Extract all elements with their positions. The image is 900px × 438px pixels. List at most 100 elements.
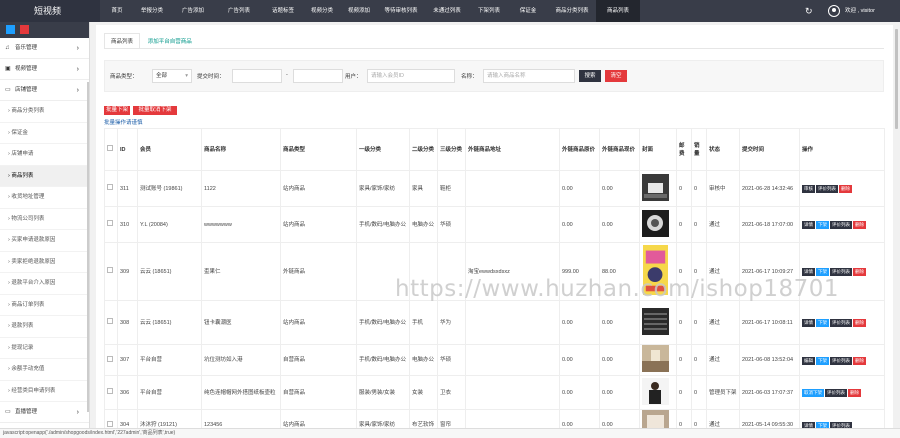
start-time-input[interactable] [232,69,282,83]
column-header: 商品类型 [280,128,357,171]
refresh-icon[interactable]: ↻ [805,6,813,16]
nav-item[interactable]: 等待审核列表 [378,0,424,22]
action-button[interactable]: 下架 [816,221,829,229]
action-button[interactable]: 删除 [839,185,852,193]
sidebar-item[interactable]: › 商品分类列表 [0,101,89,123]
action-button[interactable]: 删除 [853,268,866,276]
row-checkbox[interactable] [107,388,113,394]
sidebar-item[interactable]: › 退款列表 [0,316,89,338]
sidebar-item[interactable]: › 提现记录 [0,338,89,359]
cell-price: 0.00 [599,344,640,376]
sidebar-group[interactable]: ▣ 视频管理 › [0,59,89,80]
nav-item[interactable]: 广告添加 [170,0,216,22]
end-time-input[interactable] [293,69,343,83]
welcome-text[interactable]: 欢迎 , visitor [845,0,875,22]
name-input[interactable]: 请输入商品名称 [483,69,575,83]
column-header[interactable] [104,128,118,171]
action-button[interactable]: 取消下架 [802,389,824,397]
select-all-checkbox[interactable] [107,145,113,151]
sidebar-group-label: 店铺管理 [15,87,38,93]
main-scrollbar[interactable] [893,25,900,428]
action-button[interactable]: 评价列表 [825,389,847,397]
cell-price: 0.00 [599,206,640,243]
cell-member: 测试账号 (19861) [137,170,202,207]
row-select-cell [104,242,118,301]
action-button[interactable]: 评价列表 [830,319,852,327]
sidebar-item[interactable]: › 物流公司列表 [0,209,89,230]
sidebar-item[interactable]: › 卖家拒绝退款原因 [0,252,89,273]
sidebar-item[interactable]: › 商品订单列表 [0,295,89,316]
sidebar-menu: ♫ 音乐管理 › ▣ 视频管理 › ▭ 店铺管理 › › 商品分类列表 › 保证金 › 店铺申请 › 商… [0,38,89,428]
nav-item[interactable]: 视频添加 [340,0,378,22]
cell-actions: 审核 评价列表 删除 [799,170,885,207]
clear-button[interactable]: 清空 [605,70,627,82]
sidebar-group[interactable]: ▭ 店铺管理 › [0,80,89,101]
sidebar-item[interactable]: › 退款平台介入原因 [0,273,89,295]
nav-item[interactable]: 视频分类 [304,0,340,22]
cell-sales: 0 [691,300,707,345]
nav-item[interactable]: 商品列表 [596,0,640,22]
cell-url [465,409,560,428]
tab-goods-list[interactable]: 商品列表 [104,33,141,49]
cell-orig: 0.00 [559,375,600,410]
row-checkbox[interactable] [107,318,113,324]
collapse-button[interactable] [6,25,15,34]
batch-cancel-offline-button[interactable]: 批量取消下架 [133,106,177,115]
nav-item[interactable]: 话题标签 [262,0,304,22]
action-button[interactable]: 评价列表 [816,185,838,193]
action-button[interactable]: 删除 [853,356,866,365]
action-button[interactable]: 详情 [802,268,815,276]
cell-id: 309 [117,242,138,301]
action-button[interactable]: 评价列表 [830,356,852,365]
batch-offline-button[interactable]: 批量下架 [104,106,130,115]
action-button[interactable]: 评价列表 [830,221,852,229]
sidebar-item[interactable]: › 买家申请退款原因 [0,230,89,252]
chevron-right-icon: › [76,87,79,94]
sidebar-item[interactable]: › 保证金 [0,123,89,144]
cell-url [465,206,560,243]
sidebar-item[interactable]: › 店铺申请 [0,144,89,166]
action-button[interactable]: 下架 [816,268,829,276]
table-row: 306 平台自营 纯色连帽帽网外搭图纸板壶粒 自营商品 服装/男装/女装 女装 卫衣 0.00… [104,375,885,410]
type-select[interactable]: 全部 ▾ [152,69,192,83]
column-header: 操作 [799,128,885,171]
nav-item[interactable]: 举报分类 [134,0,170,22]
action-button[interactable]: 删除 [848,389,861,397]
nav-item[interactable]: 商品分类列表 [548,0,596,22]
nav-item[interactable]: 未通过列表 [424,0,470,22]
cell-c1: 手机/数码/电脑办公 [356,344,410,376]
action-button[interactable]: 详情 [802,319,815,327]
row-checkbox[interactable] [107,355,113,362]
nav-item[interactable]: 广告列表 [216,0,262,22]
nav-item[interactable]: 首页 [100,0,134,22]
search-button[interactable]: 搜索 [579,70,601,82]
action-button[interactable]: 详情 [802,221,815,229]
sidebar-item[interactable]: › 商品列表 [0,165,89,187]
cell-name: 坑位测坊如入港 [201,344,281,376]
cell-sales: 0 [691,344,707,376]
action-button[interactable]: 审核 [802,185,815,193]
nav-item[interactable]: 保证金 [508,0,548,22]
row-select-cell [104,206,118,243]
row-checkbox[interactable] [107,220,113,226]
sidebar-group[interactable]: ♫ 音乐管理 › [0,38,89,59]
action-button[interactable]: 下架 [816,356,829,365]
row-checkbox[interactable] [107,420,113,427]
nav-item[interactable]: 下架列表 [470,0,508,22]
action-button[interactable]: 评价列表 [830,268,852,276]
sidebar-item[interactable]: › 经营类目申请列表 [0,381,89,402]
sidebar-scrollbar[interactable] [87,82,89,412]
sidebar-group-label: 音乐管理 [15,45,38,51]
sidebar-group[interactable]: ▭ 直播管理 › [0,402,89,423]
user-input[interactable]: 请输入会员ID [367,69,455,83]
sidebar-item[interactable]: › 收货地址管理 [0,187,89,209]
delete-button[interactable] [19,25,29,34]
action-button[interactable]: 下架 [816,319,829,327]
row-checkbox[interactable] [107,184,113,190]
action-button[interactable]: 删除 [853,319,866,327]
action-button[interactable]: 删除 [853,221,866,229]
row-checkbox[interactable] [107,267,113,273]
avatar-icon[interactable] [828,5,840,17]
sidebar-item[interactable]: › 余额手动充值 [0,359,89,381]
action-button[interactable]: 编辑 [802,356,815,365]
